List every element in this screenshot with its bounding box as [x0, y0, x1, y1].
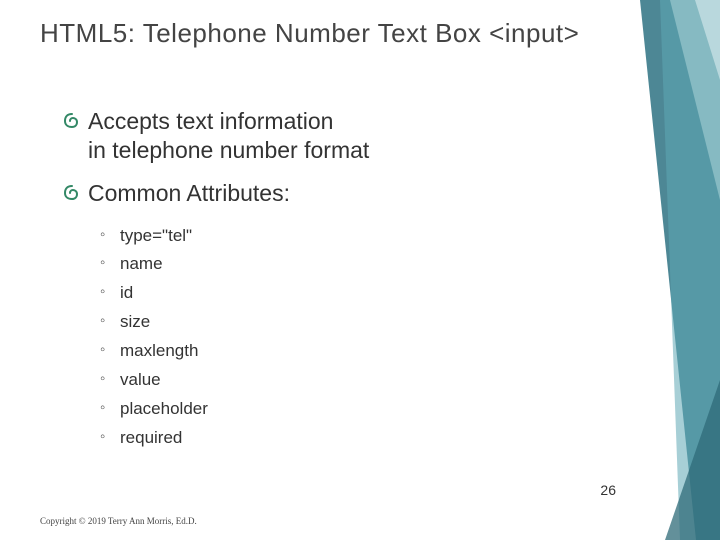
swirl-icon	[62, 111, 82, 136]
bullet-accepts: Accepts text information in telephone nu…	[62, 107, 680, 165]
slide-title: HTML5: Telephone Number Text Box <input>	[40, 18, 680, 49]
copyright-text: Copyright © 2019 Terry Ann Morris, Ed.D.	[40, 516, 197, 526]
list-item: id	[100, 279, 680, 308]
list-item: size	[100, 308, 680, 337]
swirl-icon	[62, 183, 82, 208]
bullet-line1: Common Attributes:	[88, 180, 290, 206]
bullet-text: Accepts text information in telephone nu…	[88, 107, 369, 165]
body-content: Accepts text information in telephone nu…	[40, 107, 680, 453]
list-item: placeholder	[100, 395, 680, 424]
list-item: value	[100, 366, 680, 395]
page-number: 26	[600, 482, 616, 498]
bullet-line2: in telephone number format	[88, 137, 369, 163]
list-item: name	[100, 250, 680, 279]
list-item: maxlength	[100, 337, 680, 366]
bullet-common-attrs: Common Attributes:	[62, 179, 680, 208]
bullet-text: Common Attributes:	[88, 179, 290, 208]
list-item: type="tel"	[100, 222, 680, 251]
attribute-list: type="tel" name id size maxlength value …	[62, 222, 680, 453]
list-item: required	[100, 424, 680, 453]
bullet-line1: Accepts text information	[88, 108, 333, 134]
slide: HTML5: Telephone Number Text Box <input>…	[0, 0, 720, 540]
